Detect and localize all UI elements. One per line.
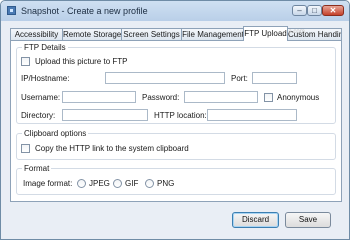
close-button[interactable]: ✕ — [322, 5, 344, 16]
copy-http-link-checkbox[interactable] — [21, 144, 30, 153]
password-label: Password: — [142, 93, 180, 102]
ip-hostname-label: IP/Hostname: — [21, 74, 70, 83]
tab-accessibility[interactable]: Accessibility — [10, 28, 63, 40]
title-bar[interactable]: Snapshot - Create a new profile – □ ✕ — [1, 1, 349, 21]
ftp-upload-panel: FTP Details Upload this picture to FTP I… — [10, 40, 342, 202]
http-location-label: HTTP location: — [154, 111, 207, 120]
minimize-button[interactable]: – — [292, 5, 307, 16]
upload-ftp-label: Upload this picture to FTP — [35, 57, 128, 66]
upload-ftp-checkbox[interactable] — [21, 57, 30, 66]
ftp-details-group: FTP Details Upload this picture to FTP I… — [16, 43, 336, 124]
format-title: Format — [22, 164, 52, 173]
tab-ftp-upload[interactable]: FTP Upload — [243, 26, 288, 41]
png-radio[interactable] — [145, 179, 154, 188]
save-button[interactable]: Save — [285, 212, 331, 228]
password-input[interactable] — [184, 91, 258, 103]
tab-file-management[interactable]: File Management — [181, 28, 245, 40]
dialog-window: Snapshot - Create a new profile – □ ✕ Ac… — [0, 0, 350, 240]
copy-http-link-label: Copy the HTTP link to the system clipboa… — [35, 144, 189, 153]
clipboard-options-group: Clipboard options Copy the HTTP link to … — [16, 129, 336, 160]
anonymous-checkbox[interactable] — [264, 93, 273, 102]
image-format-label: Image format: — [23, 179, 73, 188]
username-label: Username: — [21, 93, 61, 102]
port-input[interactable] — [252, 72, 297, 84]
discard-button[interactable]: Discard — [232, 212, 279, 228]
tab-screen-settings[interactable]: Screen Settings — [121, 28, 182, 40]
camera-icon — [7, 6, 16, 15]
anonymous-label: Anonymous — [277, 93, 320, 102]
jpeg-radio[interactable] — [77, 179, 86, 188]
directory-label: Directory: — [21, 111, 56, 120]
port-label: Port: — [231, 74, 248, 83]
png-label: PNG — [157, 179, 175, 188]
ftp-details-title: FTP Details — [22, 43, 68, 52]
ip-hostname-input[interactable] — [105, 72, 225, 84]
maximize-button[interactable]: □ — [307, 5, 322, 16]
directory-input[interactable] — [62, 109, 148, 121]
tab-remote-storage[interactable]: Remote Storage — [62, 28, 122, 40]
gif-label: GIF — [125, 179, 139, 188]
http-location-input[interactable] — [207, 109, 297, 121]
gif-radio[interactable] — [113, 179, 122, 188]
clipboard-options-title: Clipboard options — [22, 129, 89, 138]
username-input[interactable] — [62, 91, 136, 103]
jpeg-label: JPEG — [89, 179, 110, 188]
window-title: Snapshot - Create a new profile — [21, 6, 148, 16]
format-group: Format Image format: JPEG GIF PNG — [16, 164, 336, 195]
